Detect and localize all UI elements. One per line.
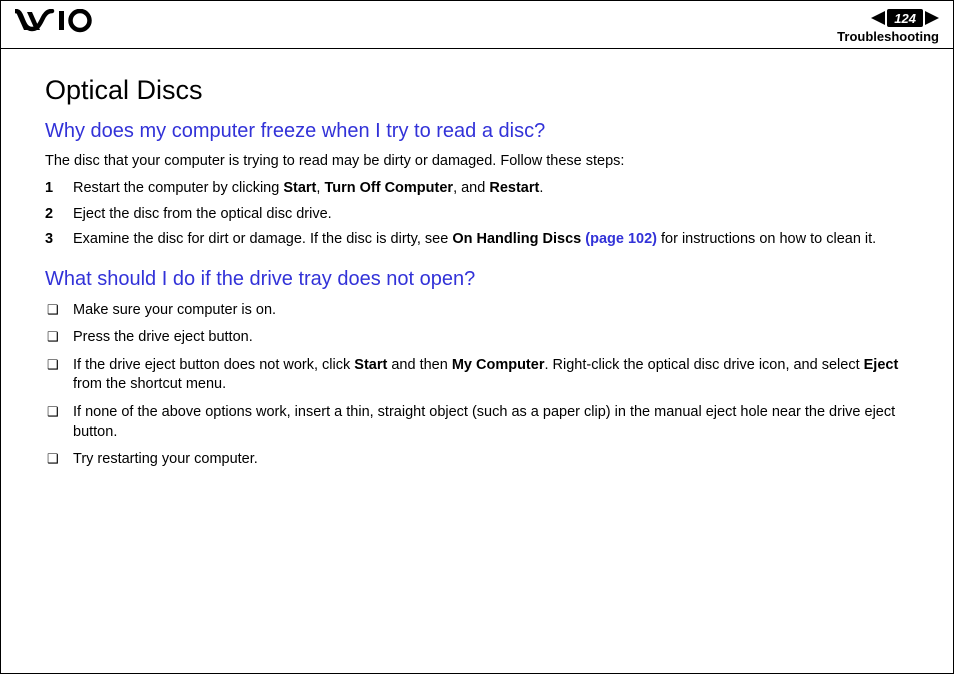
step-number: 2 xyxy=(45,205,53,225)
next-page-arrow-icon[interactable] xyxy=(925,11,939,25)
text: Examine the disc for dirt or damage. If … xyxy=(73,231,452,247)
list-item: Make sure your computer is on. xyxy=(45,301,909,321)
text: for instructions on how to clean it. xyxy=(657,231,876,247)
text: and then xyxy=(387,357,452,373)
text: . Right-click the optical disc drive ico… xyxy=(544,357,863,373)
text: Eject the disc from the optical disc dri… xyxy=(73,206,332,222)
list-item: 3 Examine the disc for dirt or damage. I… xyxy=(45,230,909,250)
text: If none of the above options work, inser… xyxy=(73,404,895,440)
bold-text: On Handling Discs xyxy=(452,231,581,247)
text: from the shortcut menu. xyxy=(73,376,226,392)
text: Restart the computer by clicking xyxy=(73,180,283,196)
text: Press the drive eject button. xyxy=(73,329,253,345)
header-right: 124 Troubleshooting xyxy=(837,9,939,44)
text: Make sure your computer is on. xyxy=(73,302,276,318)
list-item: If none of the above options work, inser… xyxy=(45,403,909,442)
bold-text: Start xyxy=(283,180,316,196)
page-nav: 124 xyxy=(837,9,939,27)
question-2-items: Make sure your computer is on. Press the… xyxy=(45,301,909,470)
section-label: Troubleshooting xyxy=(837,29,939,44)
text: , and xyxy=(453,180,489,196)
text: If the drive eject button does not work,… xyxy=(73,357,354,373)
bold-text: Eject xyxy=(864,357,899,373)
page-number: 124 xyxy=(887,9,923,27)
question-1-steps: 1 Restart the computer by clicking Start… xyxy=(45,179,909,250)
list-item: 2 Eject the disc from the optical disc d… xyxy=(45,205,909,225)
text: Try restarting your computer. xyxy=(73,451,258,467)
step-number: 3 xyxy=(45,230,53,250)
page-link[interactable]: (page 102) xyxy=(581,231,657,247)
list-item: Try restarting your computer. xyxy=(45,450,909,470)
prev-page-arrow-icon[interactable] xyxy=(871,11,885,25)
step-number: 1 xyxy=(45,179,53,199)
bold-text: Start xyxy=(354,357,387,373)
page-header: 124 Troubleshooting xyxy=(1,1,953,49)
question-2-heading: What should I do if the drive tray does … xyxy=(45,268,909,291)
bold-text: Turn Off Computer xyxy=(324,180,453,196)
question-1-heading: Why does my computer freeze when I try t… xyxy=(45,120,909,143)
bold-text: Restart xyxy=(489,180,539,196)
question-1-intro: The disc that your computer is trying to… xyxy=(45,153,909,169)
page-title: Optical Discs xyxy=(45,75,909,106)
text: . xyxy=(539,180,543,196)
vaio-logo xyxy=(15,9,115,38)
list-item: If the drive eject button does not work,… xyxy=(45,356,909,395)
bold-text: My Computer xyxy=(452,357,545,373)
list-item: Press the drive eject button. xyxy=(45,328,909,348)
list-item: 1 Restart the computer by clicking Start… xyxy=(45,179,909,199)
page-content: Optical Discs Why does my computer freez… xyxy=(1,49,953,508)
